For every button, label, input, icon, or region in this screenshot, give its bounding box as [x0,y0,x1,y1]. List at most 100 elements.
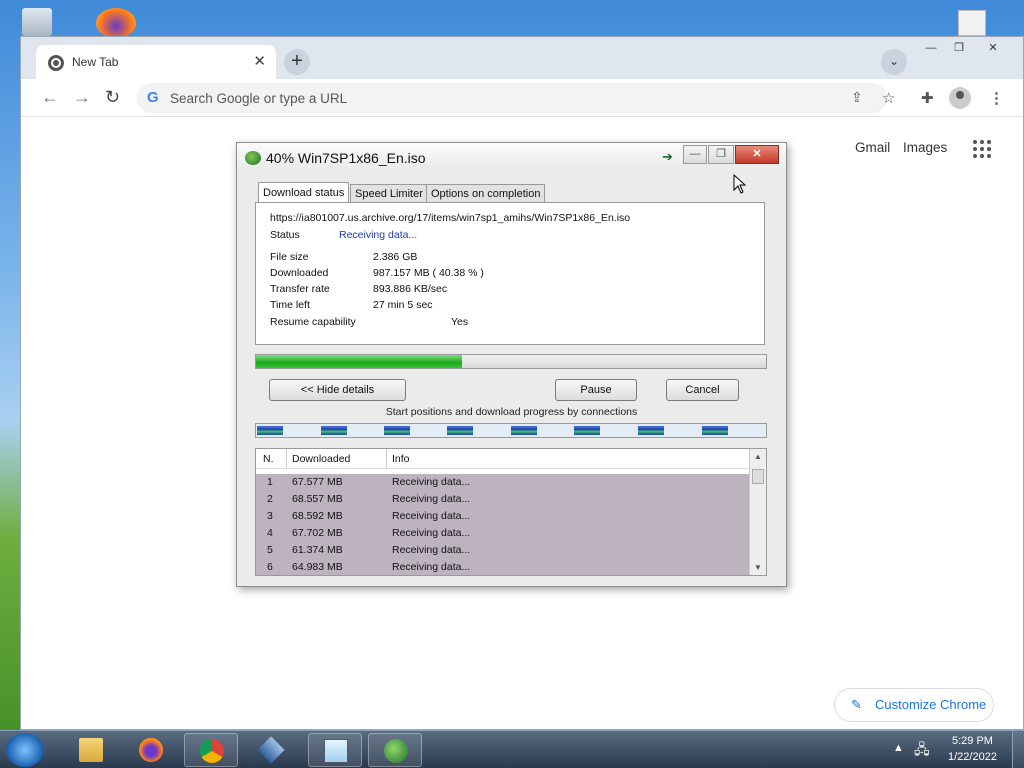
idm-logo-icon [245,151,261,165]
tab-new-tab[interactable]: New Tab ✕ [36,45,276,79]
table-header: N. Downloaded Info [256,449,750,469]
column-header-info[interactable]: Info [392,453,410,465]
network-icon[interactable]: 🖧 [914,739,930,763]
google-g-icon: G [147,89,159,106]
column-header-downloaded[interactable]: Downloaded [292,453,350,465]
desktop-file-icon[interactable] [958,10,986,36]
download-url: https://ia801007.us.archive.org/17/items… [270,212,631,224]
connections-bar [255,423,767,438]
connections-table: N. Downloaded Info 1 67.577 MB Receiving… [255,448,767,576]
status-value: Receiving data... [339,229,418,241]
download-status-panel: https://ia801007.us.archive.org/17/items… [255,202,765,345]
pause-button[interactable]: Pause [555,379,637,401]
scroll-up-icon[interactable]: ▲ [750,452,766,461]
virtualbox-icon [257,736,285,764]
apps-grid-icon[interactable] [973,140,991,158]
chrome-favicon-icon [48,55,64,71]
field-label: Transfer rate [270,283,330,295]
idm-title-bar[interactable]: 40% Win7SP1x86_En.iso ➔ — ❐ ✕ [237,143,786,173]
hide-details-button[interactable]: << Hide details [269,379,406,401]
recycle-bin-icon[interactable] [22,8,52,36]
idm-title: 40% Win7SP1x86_En.iso [266,150,426,166]
field-value: 893.886 KB/sec [373,283,448,295]
start-button[interactable] [6,733,44,767]
row-number: 2 [267,493,273,505]
resume-label: Resume capability [270,316,356,328]
resume-value: Yes [451,316,469,328]
back-icon[interactable]: ← [41,87,59,108]
taskbar: ▲ 🖧 5:29 PM 1/22/2022 [0,730,1024,768]
connection-segment [321,426,347,435]
reload-icon[interactable]: ↻ [105,87,120,108]
idm-minimize-button[interactable]: — [683,145,707,164]
field-label: File size [270,251,309,263]
cancel-button[interactable]: Cancel [666,379,739,401]
connection-segment [702,426,728,435]
tab-speed-limiter[interactable]: Speed Limiter [350,184,428,203]
idm-download-dialog: 40% Win7SP1x86_En.iso ➔ — ❐ ✕ Download s… [236,142,787,587]
minimize-button[interactable]: — [919,41,943,57]
taskbar-app-virtualbox[interactable] [244,733,298,767]
tab-title: New Tab [72,55,119,69]
images-link[interactable]: Images [903,140,947,155]
firefox-desktop-icon[interactable] [96,8,136,38]
row-info: Receiving data... [392,527,471,539]
connection-segment [384,426,410,435]
table-row[interactable]: 4 67.702 MB Receiving data... [256,525,749,542]
customize-chrome-button[interactable]: ✎ Customize Chrome [834,688,994,722]
taskbar-app-explorer[interactable] [64,733,118,767]
new-tab-button[interactable]: + [284,49,310,75]
table-scrollbar[interactable]: ▲ ▼ [749,449,766,575]
taskbar-app-idm[interactable] [368,733,422,767]
connections-label: Start positions and download progress by… [385,406,638,418]
row-info: Receiving data... [392,476,471,488]
table-row[interactable]: 5 61.374 MB Receiving data... [256,542,749,559]
idm-tabs: Download status Speed Limiter Options on… [237,182,786,204]
share-icon[interactable]: ⇪ [851,89,863,106]
scroll-thumb[interactable] [752,469,764,484]
maximize-button[interactable]: ❐ [947,41,971,57]
field-value: 27 min 5 sec [373,299,433,311]
extensions-icon[interactable]: ✚ [921,89,934,107]
tray-expand-icon[interactable]: ▲ [893,742,904,754]
scroll-down-icon[interactable]: ▼ [750,563,766,572]
idm-icon [384,739,408,763]
table-row[interactable]: 2 68.557 MB Receiving data... [256,491,749,508]
gmail-link[interactable]: Gmail [855,140,890,155]
clock-date[interactable]: 1/22/2022 [948,751,997,763]
show-desktop-button[interactable] [1012,731,1024,768]
tab-download-status[interactable]: Download status [258,182,350,203]
tab-options-on-completion[interactable]: Options on completion [426,184,546,203]
folder-icon [79,738,103,762]
row-number: 3 [267,510,273,522]
table-row[interactable]: 6 64.983 MB Receiving data... [256,559,749,575]
profile-avatar-icon[interactable] [949,87,971,109]
column-header-n[interactable]: N. [263,453,274,465]
taskbar-app-notepad[interactable] [308,733,362,767]
row-number: 4 [267,527,273,539]
row-downloaded: 67.577 MB [292,476,343,488]
taskbar-app-firefox[interactable] [124,733,178,767]
omnibox[interactable]: G Search Google or type a URL ⇪ [137,83,887,113]
menu-kebab-icon[interactable]: ⋮ [989,89,1004,107]
row-info: Receiving data... [392,493,471,505]
download-progress-bar [255,354,767,369]
connection-segment [574,426,600,435]
idm-close-button[interactable]: ✕ [735,145,779,164]
table-row[interactable]: 3 68.592 MB Receiving data... [256,508,749,525]
field-value: 987.157 MB ( 40.38 % ) [373,267,484,279]
tab-search-button[interactable]: ⌄ [881,49,907,75]
table-row[interactable]: 1 67.577 MB Receiving data... [256,474,749,491]
row-downloaded: 68.557 MB [292,493,343,505]
close-button[interactable]: ✕ [981,41,1005,57]
taskbar-app-chrome[interactable] [184,733,238,767]
forward-icon[interactable]: → [73,87,91,108]
clock-time[interactable]: 5:29 PM [952,735,993,747]
row-info: Receiving data... [392,544,471,556]
bookmark-star-icon[interactable]: ☆ [882,89,895,107]
idm-maximize-button[interactable]: ❐ [708,145,734,164]
tab-close-icon[interactable]: ✕ [253,52,266,70]
omnibox-placeholder[interactable]: Search Google or type a URL [170,91,347,106]
row-number: 5 [267,544,273,556]
row-number: 1 [267,476,273,488]
